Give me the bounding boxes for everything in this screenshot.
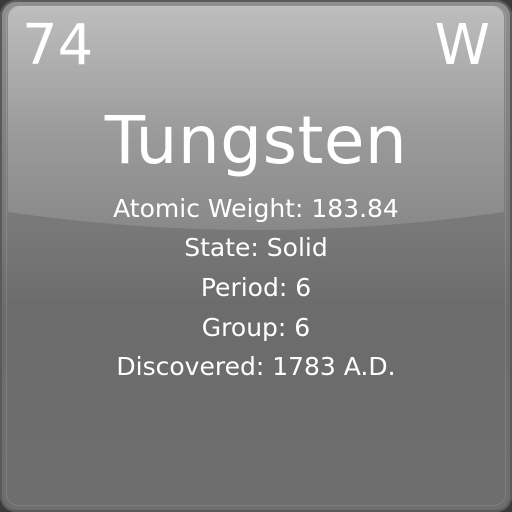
- atomic-weight: Atomic Weight: 183.84: [113, 194, 399, 223]
- element-name: Tungsten: [104, 102, 408, 179]
- element-symbol: W: [434, 13, 490, 78]
- discovered: Discovered: 1783 A.D.: [116, 352, 396, 381]
- atomic-number: 74: [22, 13, 94, 78]
- group: Group: 6: [201, 313, 311, 342]
- period: Period: 6: [200, 273, 312, 302]
- state: State: Solid: [184, 233, 328, 262]
- element-tile: 74 W Tungsten Atomic Weight: 183.84 Stat…: [0, 0, 512, 512]
